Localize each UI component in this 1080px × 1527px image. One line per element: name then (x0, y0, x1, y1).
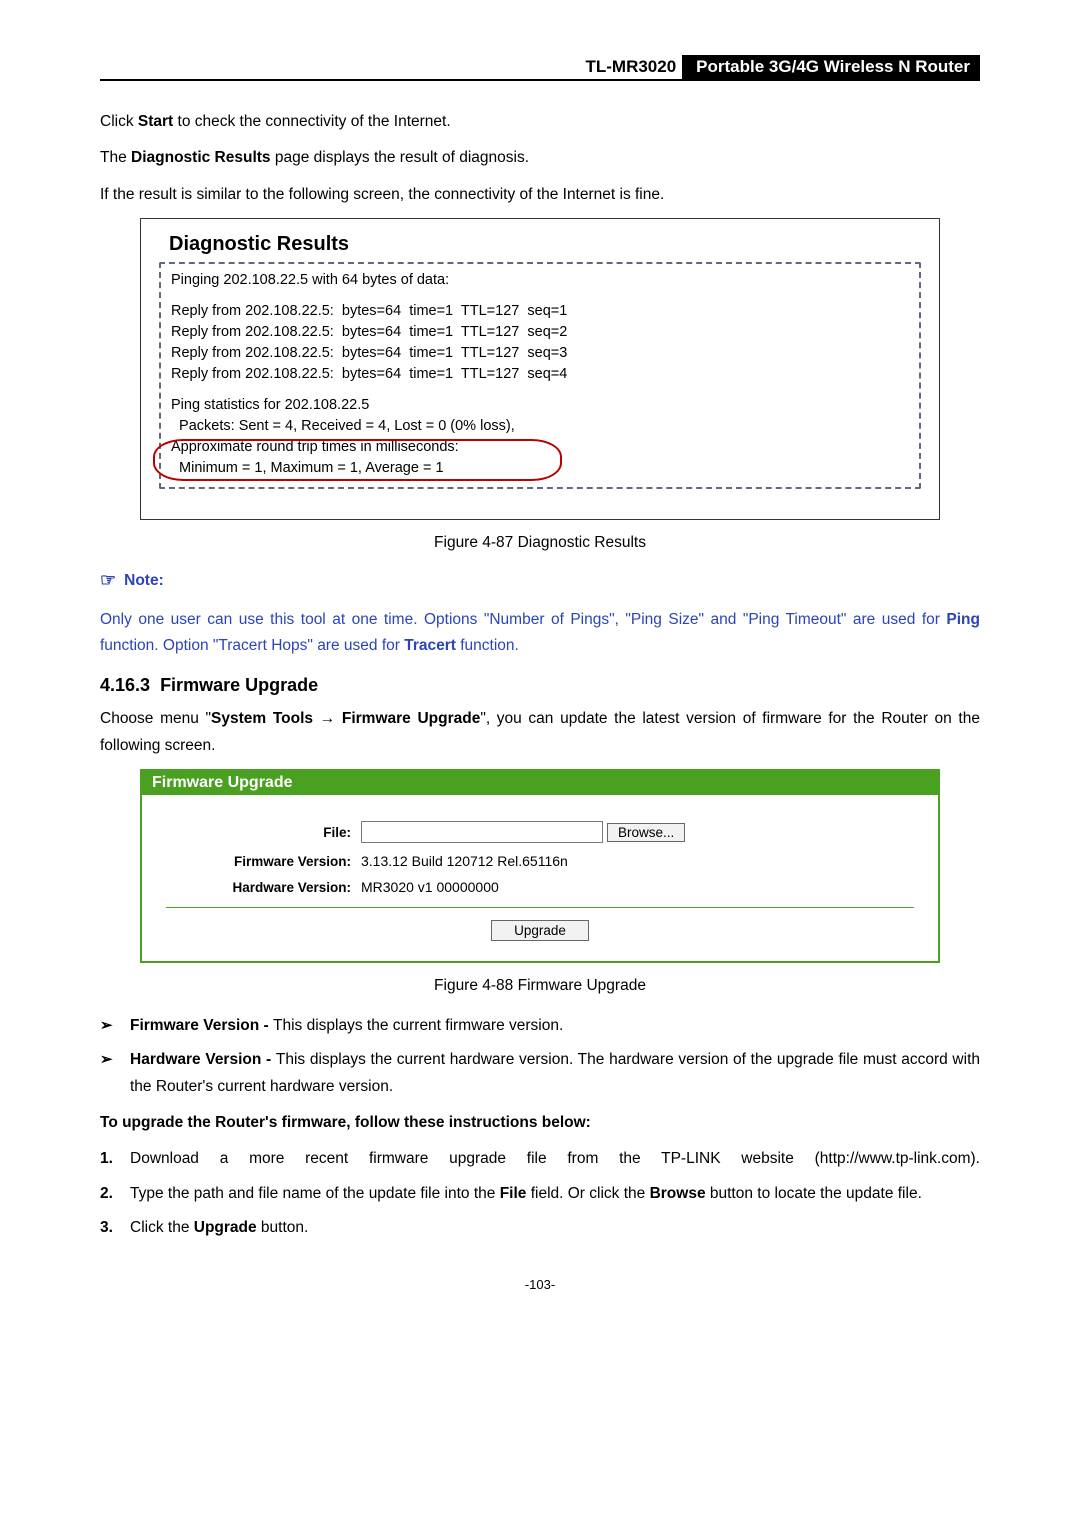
section-title: Firmware Upgrade (160, 675, 318, 695)
section-number: 4.16.3 (100, 675, 150, 695)
text-bold: Upgrade (194, 1219, 257, 1236)
header-model: TL-MR3020 (579, 55, 682, 79)
ping-line: Reply from 202.108.22.5: bytes=64 time=1… (171, 301, 909, 322)
text-bold: Start (138, 113, 173, 130)
text-bold: Hardware Version - (130, 1051, 276, 1068)
ping-line: Minimum = 1, Maximum = 1, Average = 1 (171, 458, 909, 479)
text: to check the connectivity of the Interne… (173, 113, 450, 130)
list-item: Firmware Version - This displays the cur… (130, 1013, 980, 1039)
note-heading: ☞ Note: (100, 570, 980, 591)
text-bold: File (500, 1185, 527, 1202)
step-number: 2. (100, 1181, 130, 1207)
list-item: Click the Upgrade button. (130, 1215, 980, 1241)
header-product: Portable 3G/4G Wireless N Router (682, 55, 980, 79)
note-body: Only one user can use this tool at one t… (100, 607, 980, 660)
text: Click the (130, 1219, 194, 1236)
ping-line: Reply from 202.108.22.5: bytes=64 time=1… (171, 343, 909, 364)
text-bold: System Tools (211, 710, 313, 727)
figure-caption-88: Figure 4-88 Firmware Upgrade (100, 977, 980, 995)
figure-caption-87: Figure 4-87 Diagnostic Results (100, 534, 980, 552)
text-bold: Ping (946, 611, 980, 628)
bullet-icon: ➢ (100, 1013, 130, 1039)
firmware-version-label: Firmware Version: (166, 854, 361, 869)
list-item: Hardware Version - This displays the cur… (130, 1047, 980, 1100)
section-heading: 4.16.3 Firmware Upgrade (100, 675, 980, 696)
text: Only one user can use this tool at one t… (100, 611, 946, 628)
text: field. Or click the (526, 1185, 649, 1202)
text-bold: Firmware Upgrade (342, 710, 480, 727)
ping-line: Reply from 202.108.22.5: bytes=64 time=1… (171, 322, 909, 343)
note-label: Note: (124, 572, 164, 590)
ordered-steps: 1. Download a more recent firmware upgra… (100, 1146, 980, 1241)
ping-line: Reply from 202.108.22.5: bytes=64 time=1… (171, 364, 909, 385)
list-item: Download a more recent firmware upgrade … (130, 1146, 980, 1172)
text: function. (456, 637, 519, 654)
text-bold: To upgrade the Router's firmware, follow… (100, 1114, 591, 1131)
definition-list: ➢ Firmware Version - This displays the c… (100, 1013, 980, 1100)
text: button to locate the update file. (706, 1185, 922, 1202)
hardware-version-value: MR3020 v1 00000000 (361, 879, 499, 895)
file-label: File: (166, 825, 361, 840)
text-bold: Firmware Version - (130, 1017, 273, 1034)
ping-line: Pinging 202.108.22.5 with 64 bytes of da… (171, 270, 909, 291)
ping-line: Packets: Sent = 4, Received = 4, Lost = … (171, 416, 909, 437)
text: button. (257, 1219, 309, 1236)
intro-p1: Click Start to check the connectivity of… (100, 109, 980, 135)
firmware-version-value: 3.13.12 Build 120712 Rel.65116n (361, 853, 568, 869)
intro-p2: The Diagnostic Results page displays the… (100, 145, 980, 171)
hardware-version-label: Hardware Version: (166, 880, 361, 895)
browse-button[interactable]: Browse... (607, 823, 685, 842)
firmware-intro: Choose menu "System Tools → Firmware Upg… (100, 706, 980, 759)
text: Choose menu " (100, 710, 211, 727)
upgrade-instructions-heading: To upgrade the Router's firmware, follow… (100, 1110, 980, 1136)
step-number: 1. (100, 1146, 130, 1172)
upgrade-button[interactable]: Upgrade (491, 920, 589, 941)
pointing-hand-icon: ☞ (100, 570, 116, 591)
text: function. Option "Tracert Hops" are used… (100, 637, 404, 654)
page-header: TL-MR3020 Portable 3G/4G Wireless N Rout… (100, 55, 980, 81)
step-number: 3. (100, 1215, 130, 1241)
panel-divider (166, 907, 914, 908)
text: This displays the current firmware versi… (273, 1017, 563, 1034)
file-input[interactable] (361, 821, 603, 843)
text-bold: Diagnostic Results (131, 149, 271, 166)
firmware-upgrade-panel: Firmware Upgrade File: Browse... Firmwar… (140, 769, 940, 963)
text-bold: Browse (650, 1185, 706, 1202)
bullet-icon: ➢ (100, 1047, 130, 1100)
ping-line: Ping statistics for 202.108.22.5 (171, 395, 909, 416)
text-bold: Tracert (404, 637, 456, 654)
diagnostic-title: Diagnostic Results (169, 233, 921, 256)
list-item: Type the path and file name of the updat… (130, 1181, 980, 1207)
panel-title: Firmware Upgrade (142, 771, 938, 795)
text: Click (100, 113, 138, 130)
ping-line: Approximate round trip times in millisec… (171, 437, 909, 458)
arrow-icon: → (313, 710, 342, 727)
diagnostic-output-box: Pinging 202.108.22.5 with 64 bytes of da… (159, 262, 921, 489)
text: The (100, 149, 131, 166)
page-number: -103- (100, 1277, 980, 1292)
text: Type the path and file name of the updat… (130, 1185, 500, 1202)
text: page displays the result of diagnosis. (271, 149, 530, 166)
intro-p3: If the result is similar to the followin… (100, 182, 980, 208)
diagnostic-results-figure: Diagnostic Results Pinging 202.108.22.5 … (140, 218, 940, 520)
